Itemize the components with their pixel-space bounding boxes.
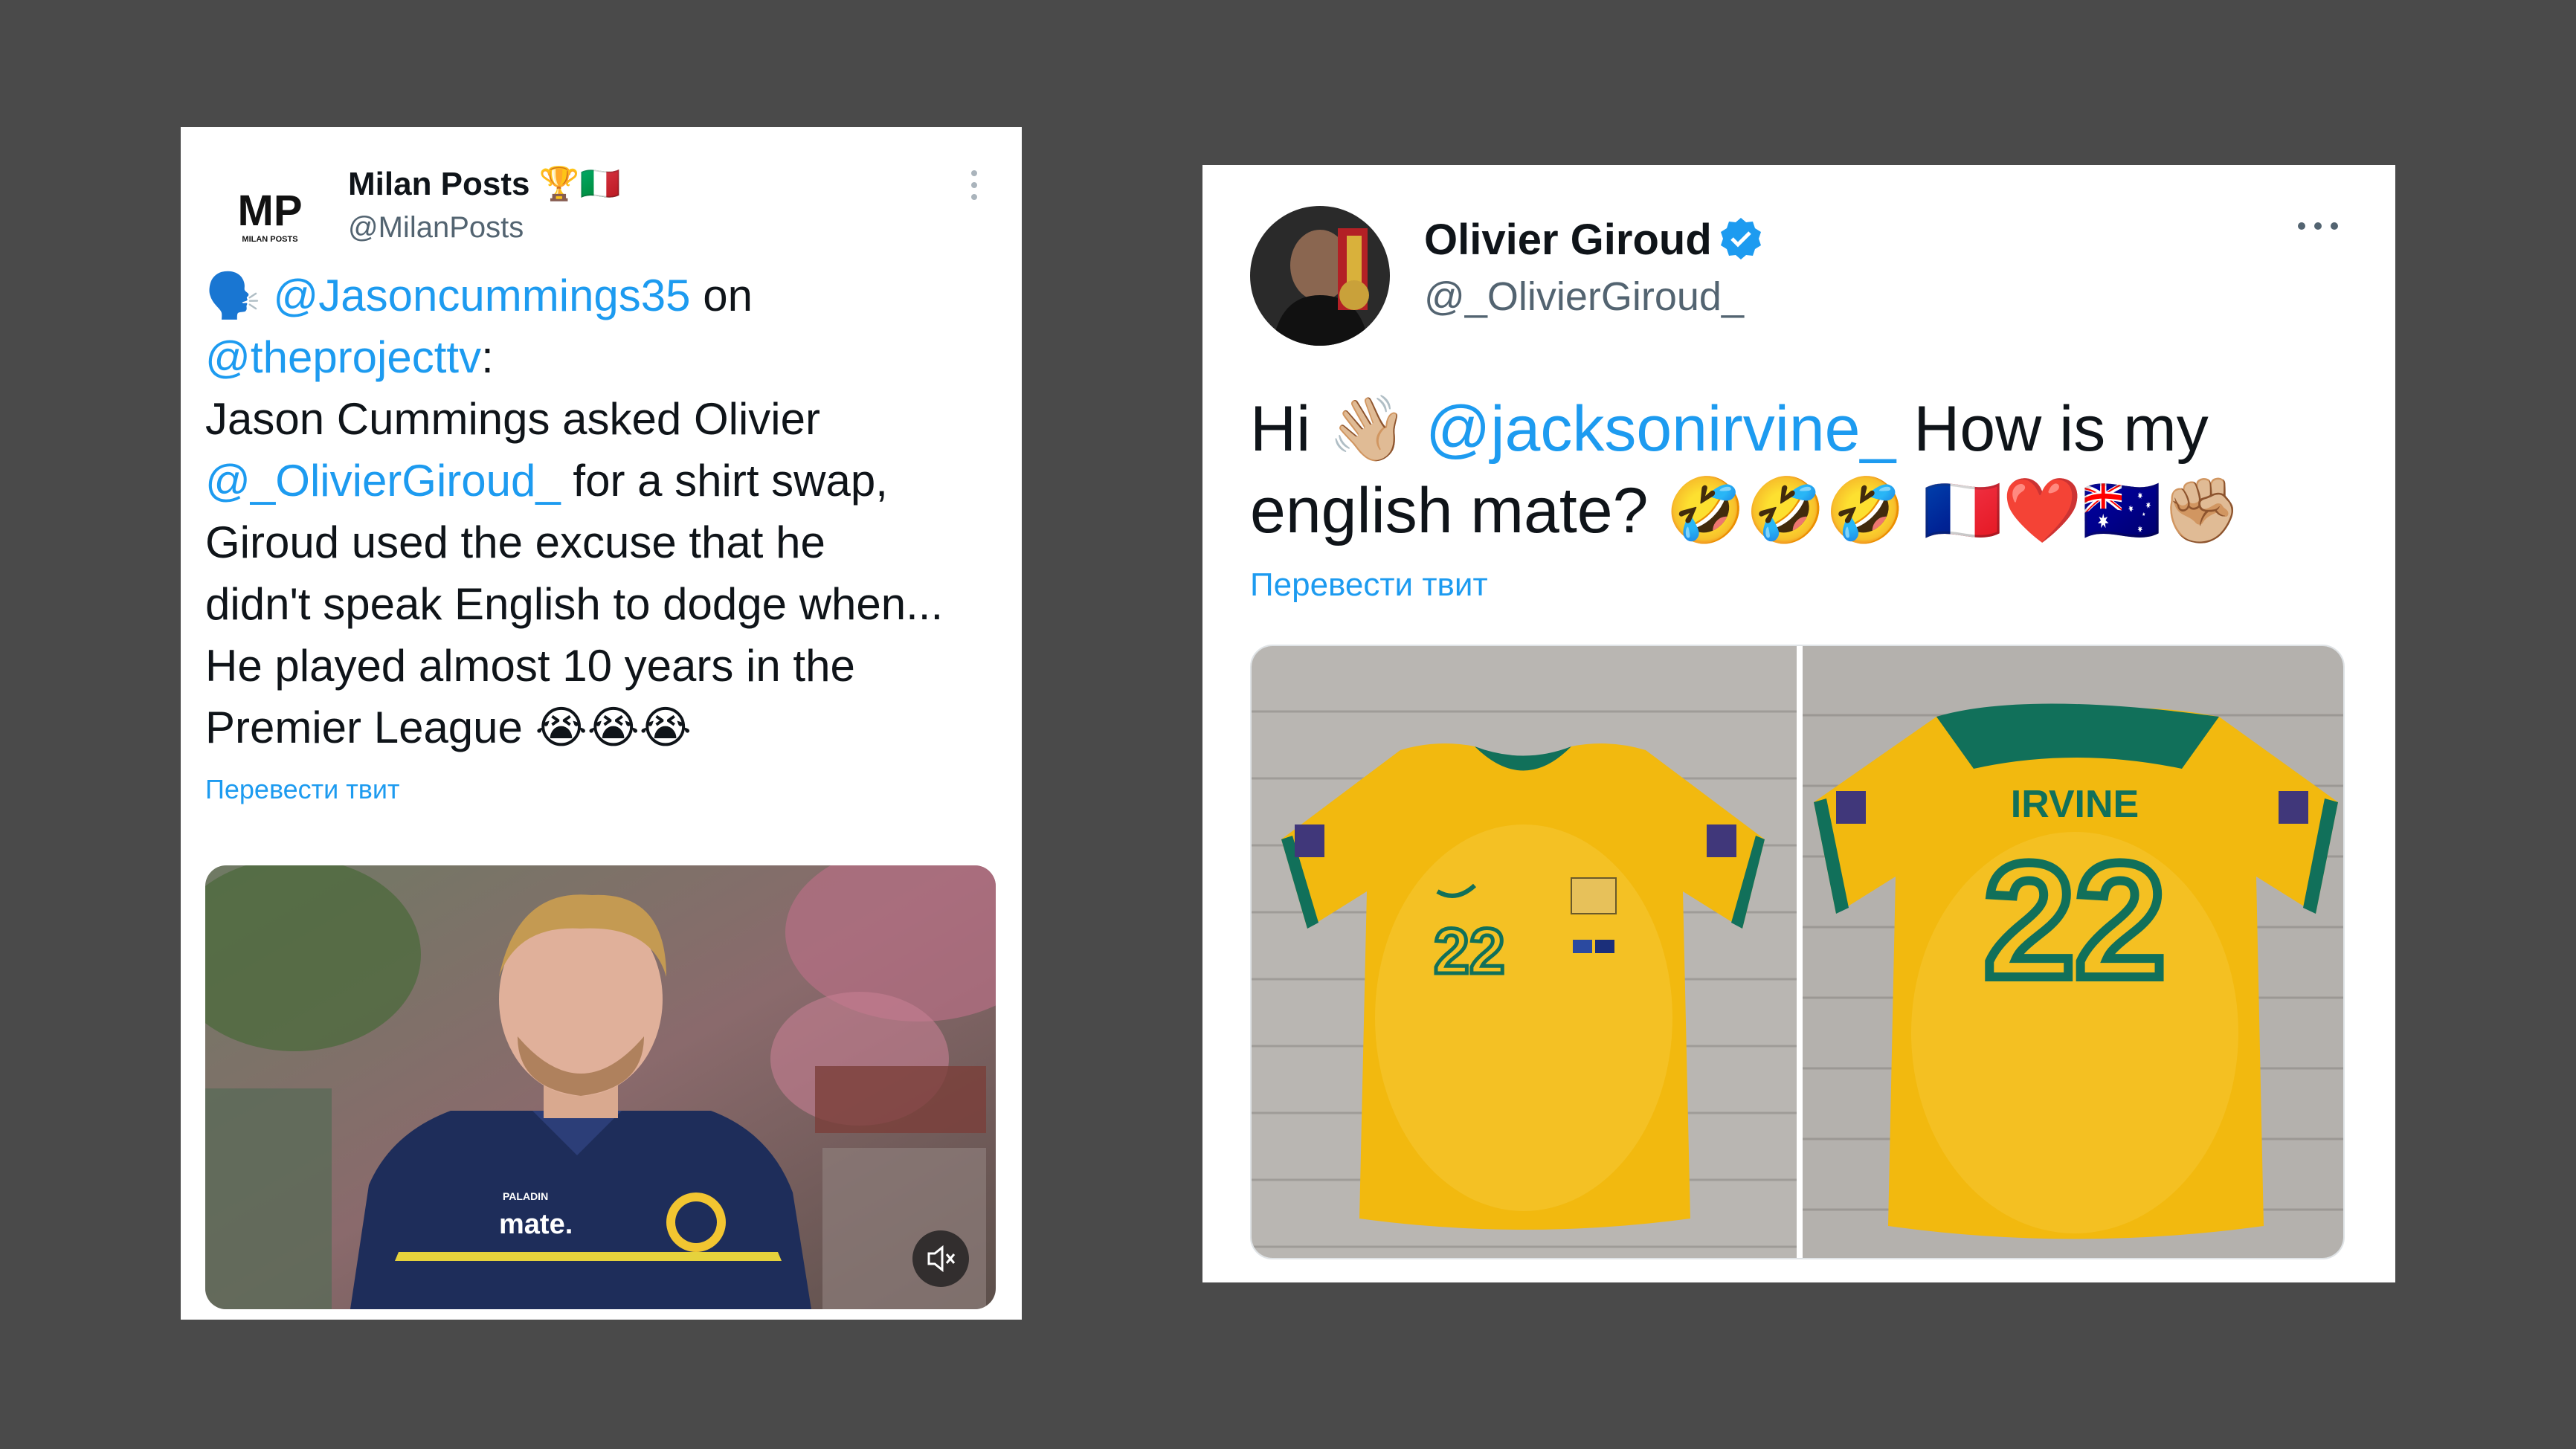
tweet-card-olivier-giroud[interactable]: Olivier Giroud @_OlivierGiroud_ Hi 👋🏼 @j… <box>1202 165 2395 1282</box>
tweet-text: 🗣️ @Jasoncummings35 on @theprojecttv: Ja… <box>205 265 1005 758</box>
more-options-icon[interactable] <box>2296 211 2340 241</box>
text-segment: Hi <box>1250 393 1329 465</box>
speaking-head-emoji: 🗣️ <box>205 271 261 320</box>
tweet-video[interactable]: mate. PALADIN <box>205 865 996 1309</box>
mention-theprojecttv[interactable]: @theprojecttv <box>205 332 481 382</box>
shirt-brand-text: mate. <box>499 1209 573 1240</box>
translate-tweet-link[interactable]: Перевести твит <box>1250 567 1488 604</box>
jersey-front-photo[interactable]: 22 <box>1252 646 1797 1258</box>
more-options-icon[interactable] <box>969 169 979 207</box>
text-segment: : <box>481 332 494 382</box>
text-line: Giroud used the excuse that he <box>205 517 825 567</box>
author-handle[interactable]: @MilanPosts <box>348 211 524 245</box>
jersey-back-number: 22 <box>1984 829 2166 1012</box>
name-emojis: 🏆🇮🇹 <box>538 166 621 202</box>
mention-oliviergiroud[interactable]: @_OlivierGiroud_ <box>205 456 561 506</box>
shirt-sponsor-text: PALADIN <box>503 1190 548 1202</box>
tweet-text: Hi 👋🏼 @jacksonirvine_ How is my english … <box>1250 388 2351 552</box>
author-display-name[interactable]: Olivier Giroud <box>1424 216 1712 264</box>
translate-tweet-link[interactable]: Перевести твит <box>205 774 400 805</box>
crying-emojis: 😭😭😭 <box>535 703 692 752</box>
author-display-name[interactable]: Milan Posts <box>348 166 530 202</box>
jersey-front-number: 22 <box>1434 916 1505 987</box>
mention-jacksonirvine[interactable]: @jacksonirvine_ <box>1426 393 1896 465</box>
text-line: He played almost 10 years in the <box>205 641 855 691</box>
speaker-muted-icon[interactable] <box>912 1230 969 1287</box>
text-segment: on <box>690 271 753 320</box>
video-frame: mate. PALADIN <box>205 865 996 1309</box>
verified-badge-icon <box>1718 216 1764 262</box>
text-line: english mate? <box>1250 475 1649 546</box>
jersey-back-name: IRVINE <box>2011 783 2139 826</box>
text-segment: for a shirt swap, <box>560 456 888 506</box>
mention-jasoncummings[interactable]: @Jasoncummings35 <box>273 271 690 320</box>
tweet-card-milan-posts[interactable]: MP MILAN POSTS Milan Posts 🏆🇮🇹 @MilanPos… <box>181 127 1022 1320</box>
milan-posts-avatar[interactable]: MP MILAN POSTS <box>233 181 307 248</box>
emoji-sequence: 🤣🤣🤣 🇫🇷❤️🇦🇺✊🏼 <box>1666 475 2241 546</box>
text-line: Premier League <box>205 703 523 752</box>
author-name[interactable]: Milan Posts 🏆🇮🇹 <box>348 164 620 203</box>
logo-subtext: MILAN POSTS <box>242 235 297 244</box>
text-segment: How is my <box>1896 393 2209 465</box>
olivier-giroud-avatar[interactable] <box>1250 206 1390 346</box>
jersey-back-photo[interactable]: IRVINE 22 <box>1803 646 2343 1258</box>
tweet-photos[interactable]: 22 IRVINE 22 <box>1250 645 2345 1259</box>
text-line: didn't speak English to dodge when... <box>205 579 944 629</box>
logo-mark: MP <box>238 187 303 235</box>
text-line: Jason Cummings asked Olivier <box>205 394 820 444</box>
author-name[interactable]: Olivier Giroud <box>1424 215 1764 265</box>
author-handle[interactable]: @_OlivierGiroud_ <box>1424 274 1744 320</box>
waving-hand-emoji: 👋🏼 <box>1328 393 1408 465</box>
